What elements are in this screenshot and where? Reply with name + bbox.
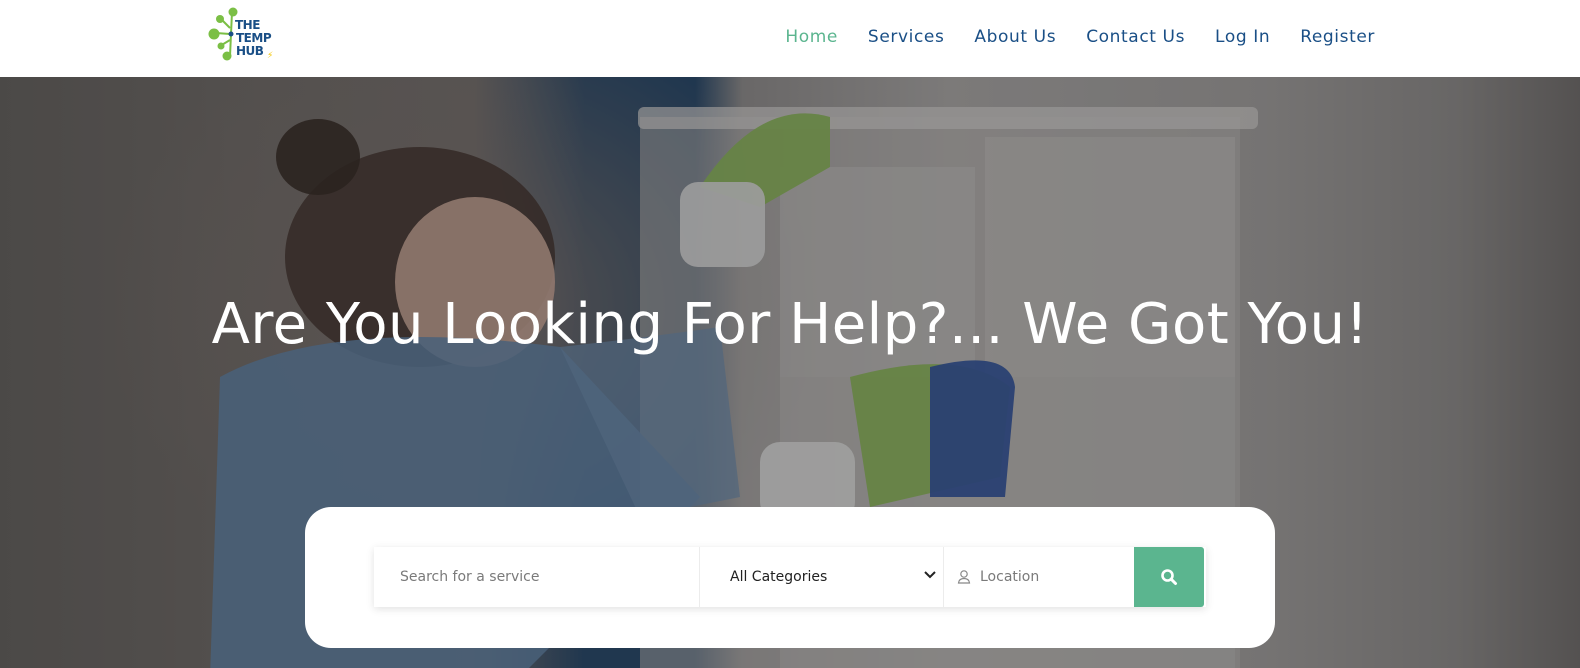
search-panel: Search for a service All Categories Loca… <box>305 507 1275 648</box>
logo-wordmark: THE TEMP HUB <box>235 19 272 58</box>
nav-contact-us[interactable]: Contact Us <box>1086 25 1185 49</box>
site-logo[interactable]: THE TEMP HUB ⚡ <box>208 6 280 62</box>
search-button[interactable] <box>1134 547 1204 607</box>
search-bar: Search for a service All Categories Loca… <box>374 547 1206 607</box>
nav-home[interactable]: Home <box>785 25 838 49</box>
bolt-icon: ⚡ <box>267 51 274 61</box>
category-select[interactable]: All Categories <box>700 547 944 607</box>
site-header: THE TEMP HUB ⚡ Home Services About Us Co… <box>0 0 1580 77</box>
service-search-placeholder: Search for a service <box>400 569 540 585</box>
logo-line: HUB <box>236 44 264 58</box>
chevron-down-icon <box>924 571 936 579</box>
search-icon <box>1161 569 1177 585</box>
user-pin-icon <box>957 570 971 584</box>
main-nav: Home Services About Us Contact Us Log In… <box>755 25 1375 49</box>
nav-log-in[interactable]: Log In <box>1215 25 1270 49</box>
nav-services[interactable]: Services <box>868 25 945 49</box>
nav-about-us[interactable]: About Us <box>974 25 1056 49</box>
hero-title: Are You Looking For Help?... We Got You! <box>211 292 1369 357</box>
nav-register[interactable]: Register <box>1300 25 1375 49</box>
service-search-input[interactable]: Search for a service <box>374 547 700 607</box>
location-input[interactable]: Location <box>944 547 1134 607</box>
location-placeholder: Location <box>980 569 1040 585</box>
category-select-value: All Categories <box>730 569 828 585</box>
